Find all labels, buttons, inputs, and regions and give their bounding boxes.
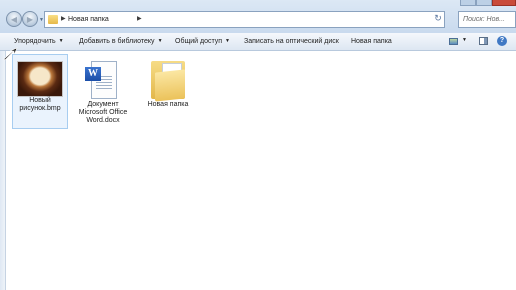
share-button[interactable]: Общий доступ ▼ bbox=[175, 38, 230, 45]
address-field[interactable]: ▶ Новая папка ▶ bbox=[44, 11, 445, 28]
maximize-button[interactable] bbox=[476, 0, 492, 6]
dropdown-caret-icon: ▼ bbox=[157, 38, 163, 44]
search-placeholder: Поиск: Нов... bbox=[463, 16, 505, 23]
bmp-thumbnail-icon bbox=[17, 61, 63, 97]
back-button[interactable]: ◀ bbox=[6, 11, 22, 27]
back-arrow-icon: ◀ bbox=[10, 14, 18, 24]
view-options-caret-icon[interactable]: ▼ bbox=[462, 37, 467, 43]
breadcrumb-chevron-icon[interactable]: ▶ bbox=[61, 15, 66, 22]
new-folder-button[interactable]: Новая папка bbox=[351, 38, 392, 45]
file-item-docx[interactable]: W Документ Microsoft Office Word.docx bbox=[75, 55, 131, 125]
help-icon[interactable]: ? bbox=[497, 36, 507, 46]
organize-label: Упорядочить bbox=[14, 38, 56, 45]
minimize-button[interactable] bbox=[460, 0, 476, 6]
burn-button[interactable]: Записать на оптический диск bbox=[244, 38, 339, 45]
add-to-library-label: Добавить в библиотеку bbox=[79, 38, 155, 45]
address-bar-region: ◀ ▶ ▼ ▶ Новая папка ▶ ↻ Поиск: Нов... bbox=[0, 0, 516, 34]
breadcrumb-chevron-icon[interactable]: ▶ bbox=[137, 15, 142, 22]
share-label: Общий доступ bbox=[175, 38, 223, 45]
file-label: Новый рисунок.bmp bbox=[19, 97, 61, 112]
file-label: Новая папка bbox=[147, 101, 189, 108]
file-item-bmp[interactable]: Новый рисунок.bmp bbox=[12, 54, 68, 129]
breadcrumb-current[interactable]: Новая папка bbox=[68, 16, 109, 23]
change-view-icon[interactable] bbox=[449, 38, 458, 45]
add-to-library-button[interactable]: Добавить в библиотеку ▼ bbox=[79, 38, 163, 45]
search-input[interactable]: Поиск: Нов... bbox=[458, 11, 516, 28]
forward-arrow-icon: ▶ bbox=[26, 14, 34, 24]
dropdown-caret-icon: ▼ bbox=[58, 38, 64, 44]
dropdown-caret-icon: ▼ bbox=[225, 38, 230, 44]
folder-front bbox=[155, 69, 185, 102]
close-button[interactable] bbox=[492, 0, 516, 6]
refresh-icon[interactable]: ↻ bbox=[432, 13, 444, 25]
folder-icon bbox=[148, 57, 188, 102]
preview-pane-icon[interactable] bbox=[479, 37, 488, 45]
folder-icon bbox=[48, 15, 58, 24]
file-label: Документ Microsoft Office Word.docx bbox=[78, 101, 128, 124]
forward-button[interactable]: ▶ bbox=[22, 11, 38, 27]
file-item-folder[interactable]: Новая папка bbox=[140, 55, 196, 109]
window-controls bbox=[458, 0, 516, 8]
word-document-icon: W bbox=[85, 61, 121, 101]
command-bar: Упорядочить ▼ Добавить в библиотеку ▼ Общи… bbox=[0, 33, 516, 51]
navigation-pane[interactable] bbox=[0, 51, 6, 290]
organize-button[interactable]: Упорядочить ▼ bbox=[14, 38, 64, 45]
word-badge-icon: W bbox=[85, 67, 101, 81]
